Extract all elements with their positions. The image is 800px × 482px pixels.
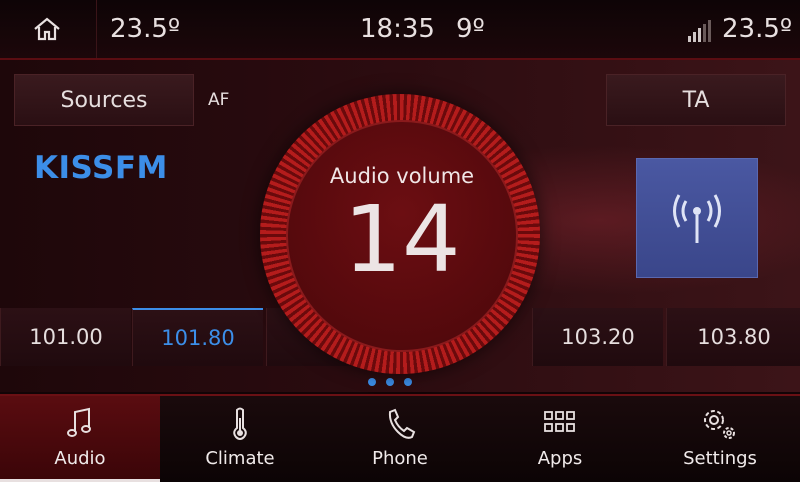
phone-icon (388, 408, 416, 439)
status-bar: 23.5º 18:35 9º 23.5º (0, 0, 800, 60)
gear-icon (704, 410, 735, 439)
station-name: KISSFM (34, 150, 168, 186)
nav-label: Audio (54, 448, 106, 469)
nav-label: Settings (683, 448, 757, 469)
thermometer-icon (233, 407, 247, 440)
home-button[interactable] (0, 0, 97, 58)
volume-dial[interactable]: Audio volume 14 (260, 94, 540, 374)
radio-broadcast-icon (673, 194, 721, 243)
signal-strength-icon (688, 20, 711, 42)
nav-apps[interactable]: Apps (480, 396, 640, 482)
nav-label: Apps (537, 448, 583, 469)
page-dot (386, 378, 394, 386)
volume-label: Audio volume (329, 164, 475, 188)
nav-label: Climate (205, 448, 275, 469)
sources-button[interactable]: Sources (14, 74, 194, 126)
nav-climate[interactable]: Climate (160, 396, 320, 482)
driver-temperature[interactable]: 23.5º (110, 14, 180, 44)
nav-phone[interactable]: Phone (320, 396, 480, 482)
nav-label: Phone (372, 448, 428, 469)
page-dot (404, 378, 412, 386)
nav-audio[interactable]: Audio (0, 396, 160, 482)
preset-101-80[interactable]: 101.80 (132, 308, 263, 366)
ta-button[interactable]: TA (606, 74, 786, 126)
bottom-nav: Audio Climate Phone Apps Settings (0, 394, 800, 482)
preset-103-80[interactable]: 103.80 (666, 308, 800, 366)
nav-settings[interactable]: Settings (640, 396, 800, 482)
radio-source-tile[interactable] (636, 158, 758, 278)
home-icon (34, 17, 60, 41)
preset-103-20[interactable]: 103.20 (532, 308, 663, 366)
apps-grid-icon (544, 411, 575, 432)
outside-temperature: 9º (456, 14, 485, 44)
music-note-icon (67, 407, 91, 437)
volume-value: 14 (343, 186, 461, 293)
clock: 18:35 (360, 14, 435, 44)
page-dot (368, 378, 376, 386)
preset-101-00[interactable]: 101.00 (0, 308, 131, 366)
passenger-temperature[interactable]: 23.5º (722, 14, 792, 44)
af-toggle[interactable]: AF (208, 90, 229, 110)
volume-display: Audio volume 14 (286, 120, 518, 352)
